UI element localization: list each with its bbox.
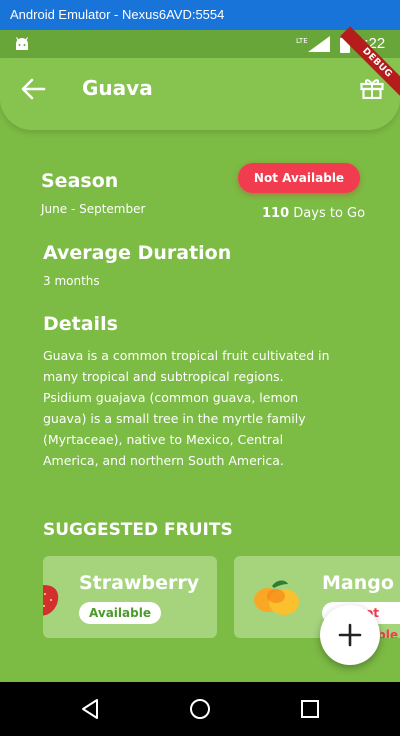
lte-signal-icon: LTE [296,36,330,52]
plus-icon [338,623,362,647]
gift-box-icon[interactable] [360,77,384,99]
suggested-fruit-card-strawberry[interactable]: Strawberry Available [43,556,217,638]
availability-pill: Available [79,602,161,624]
duration-value: 3 months [43,274,100,288]
availability-badge: Not Available [238,163,360,193]
season-heading: Season [41,170,119,192]
details-description: Guava is a common tropical fruit cultiva… [43,348,330,468]
fruit-name: Strawberry [79,572,200,594]
emulator-window-title: Android Emulator - Nexus6AVD:5554 [0,0,400,30]
nav-recents-icon[interactable] [298,697,322,721]
add-fab-button[interactable] [320,605,380,665]
duration-heading: Average Duration [43,242,232,264]
app-bar: Guava [0,58,400,130]
suggested-fruits-heading: SUGGESTED FRUITS [43,520,233,540]
days-label: Days to Go [289,206,366,221]
lte-label: LTE [296,37,308,45]
android-debug-icon [15,37,29,50]
strawberry-image [43,585,59,616]
details-heading: Details [43,313,118,335]
fruit-name: Mango [322,572,394,594]
nav-home-icon[interactable] [188,697,212,721]
page-title: Guava [82,76,153,100]
status-bar: LTE 4:22 [0,30,400,58]
mango-image [254,580,299,615]
season-range: June - September [41,202,146,216]
days-to-go: 110 Days to Go [262,206,365,221]
days-count: 110 [262,206,290,221]
nav-back-icon[interactable] [78,697,102,721]
back-arrow-icon[interactable] [20,78,46,100]
android-navigation-bar [0,682,400,736]
